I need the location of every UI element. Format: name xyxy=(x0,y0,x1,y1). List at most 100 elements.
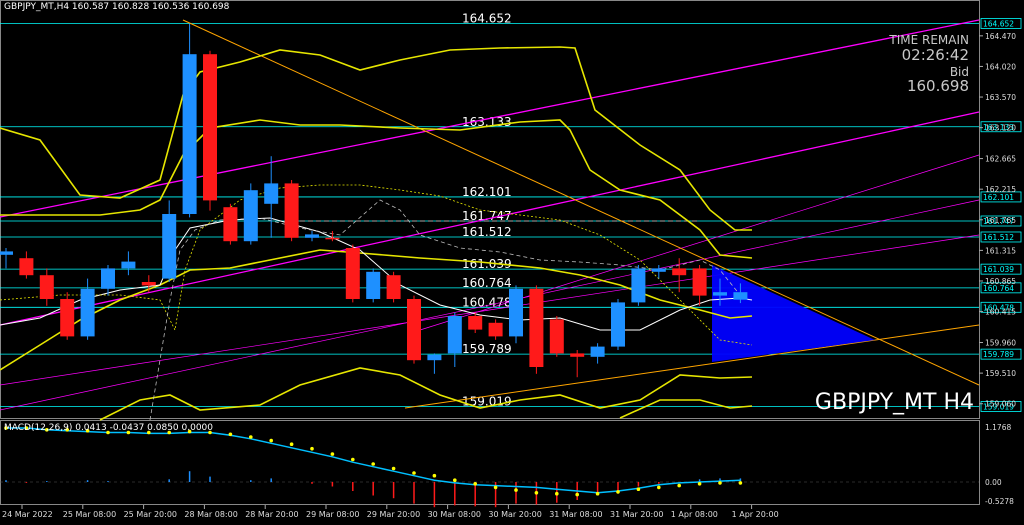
price-tag-label: 162.101 xyxy=(983,193,1014,202)
macd-signal-dot xyxy=(371,462,376,466)
price-axis-label: 159.510 xyxy=(985,369,1016,378)
macd-signal-dot xyxy=(330,452,335,456)
macd-signal-dot xyxy=(657,485,661,490)
candle-body xyxy=(0,251,13,255)
level-label: 164.652 xyxy=(462,11,512,25)
time-axis-label: 28 Mar 08:00 xyxy=(184,510,237,519)
macd-signal-dot xyxy=(514,488,518,492)
band-line xyxy=(619,399,753,419)
macd-signal-dot xyxy=(575,492,579,497)
price-tag-label: 164.652 xyxy=(983,19,1014,28)
candle-body xyxy=(60,299,75,337)
price-axis-label: 162.215 xyxy=(985,185,1016,194)
candle-body xyxy=(590,346,605,357)
time-axis-label: 31 Mar 20:00 xyxy=(610,510,663,519)
price-chart: 164.652163.133162.101161.747161.512161.0… xyxy=(0,0,1022,519)
dashed-average xyxy=(149,199,741,421)
bid-value: 160.698 xyxy=(906,77,969,95)
price-axis-label: 160.415 xyxy=(985,308,1016,317)
candle-body xyxy=(203,54,217,201)
macd-signal-dot xyxy=(228,432,233,437)
macd-axis-label: -0.5278 xyxy=(985,497,1014,506)
time-axis-label: 28 Mar 20:00 xyxy=(245,510,298,519)
price-axis-label: 159.960 xyxy=(985,339,1016,348)
macd-signal-dot xyxy=(555,491,559,496)
candle-body xyxy=(631,268,646,303)
time-axis-label: 30 Mar 08:00 xyxy=(428,510,481,519)
candle-body xyxy=(80,288,95,337)
trend-line-down xyxy=(182,19,980,386)
macd-signal-dot xyxy=(391,466,396,471)
price-axis-label: 163.120 xyxy=(985,124,1016,133)
price-axis-label: 161.315 xyxy=(985,246,1016,255)
time-axis-label: 29 Mar 08:00 xyxy=(306,510,359,519)
candle-body xyxy=(488,322,503,337)
time-axis-label: 1 Apr 20:00 xyxy=(732,510,779,519)
price-axis-label: 160.865 xyxy=(985,277,1016,286)
macd-signal-dot xyxy=(738,481,743,485)
candle-body xyxy=(733,292,748,300)
price-axis-label: 159.060 xyxy=(985,400,1016,409)
macd-signal-dot xyxy=(718,481,722,485)
band-line xyxy=(0,249,753,371)
dotted-average xyxy=(0,184,753,346)
time-axis-label: 25 Mar 08:00 xyxy=(63,510,116,519)
candle-body xyxy=(509,288,523,337)
price-axis-label: 162.665 xyxy=(985,155,1016,164)
macd-axis-label: 0.00 xyxy=(985,478,1002,487)
level-label: 159.789 xyxy=(462,342,512,356)
time-remain-label: TIME REMAIN xyxy=(889,33,969,47)
candle-body xyxy=(264,183,279,204)
macd-signal-dot xyxy=(534,491,539,495)
time-axis-label: 30 Mar 20:00 xyxy=(488,510,541,519)
candle-body xyxy=(447,316,462,354)
candle-body xyxy=(182,54,197,215)
candle-body xyxy=(651,268,666,272)
price-tag-label: 161.039 xyxy=(983,265,1014,274)
time-axis-label: 29 Mar 20:00 xyxy=(367,510,420,519)
candle-body xyxy=(325,237,340,240)
candle-body xyxy=(713,292,727,296)
candle-body xyxy=(549,319,564,354)
candle-body xyxy=(121,261,136,269)
candle-body xyxy=(223,207,238,242)
candle-body xyxy=(468,316,483,330)
candle-body xyxy=(39,275,54,299)
candle-body xyxy=(141,282,156,286)
candle-body xyxy=(243,190,258,242)
candle-body xyxy=(529,288,544,367)
channel-line xyxy=(0,111,980,326)
macd-signal-dot xyxy=(595,491,600,496)
macd-signal-dot xyxy=(453,478,457,483)
band-line xyxy=(99,367,753,421)
candle-body xyxy=(101,268,115,289)
macd-signal-dot xyxy=(249,435,253,439)
price-tag-label: 161.512 xyxy=(983,233,1014,242)
price-axis-label: 164.470 xyxy=(985,32,1016,41)
price-axis-label: 161.765 xyxy=(985,216,1016,225)
macd-signal-dot xyxy=(412,471,416,475)
triangle-pattern xyxy=(712,265,875,362)
symbol-label: GBPJPY_MT H4 xyxy=(814,390,974,415)
candle-body xyxy=(692,268,707,296)
macd-signal-dot xyxy=(697,482,702,486)
macd-signal-dot xyxy=(289,442,294,447)
macd-header: MACD(12,26,9) 0.0413 -0.0437 0.0850 0.00… xyxy=(4,423,214,433)
macd-signal-dot xyxy=(473,482,478,486)
price-tag-label: 159.789 xyxy=(983,350,1014,359)
candle-body xyxy=(19,258,34,276)
macd-signal-dot xyxy=(616,490,620,494)
candle-body xyxy=(407,299,421,361)
level-label: 160.764 xyxy=(462,276,512,290)
candle-body xyxy=(570,353,585,357)
time-axis-label: 1 Apr 08:00 xyxy=(671,510,718,519)
macd-signal-dot xyxy=(310,446,314,451)
time-remain-value: 02:26:42 xyxy=(901,46,969,64)
candle-body xyxy=(162,214,177,279)
macd-signal-dot xyxy=(677,483,681,488)
candle-body xyxy=(427,354,442,361)
candle-body xyxy=(366,271,381,299)
time-axis-label: 25 Mar 20:00 xyxy=(124,510,177,519)
band-line xyxy=(0,46,752,231)
macd-signal-dot xyxy=(636,487,641,492)
